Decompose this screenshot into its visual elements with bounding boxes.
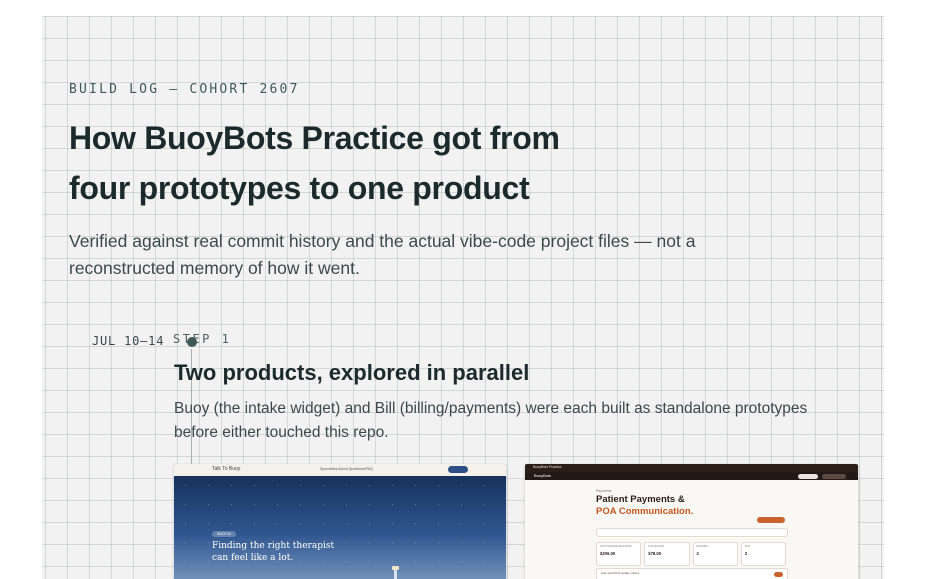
bill-stat-value: $206.00 [600,551,616,556]
bill-stat-card: POA 3 [740,542,786,566]
bill-stat-value: $78.00 [648,551,662,556]
title-line-2: four prototypes to one product [69,170,530,206]
lighthouse-lamp-image [392,566,399,570]
bill-setting-row: Auto-send POA update notices [596,568,788,579]
buoy-hero-tag: BUOY AI [212,531,236,537]
title-line-1: How BuoyBots Practice got from [69,120,560,156]
step-title: Two products, explored in parallel [174,360,530,385]
buoy-hero: BUOY AI Finding the right therapist can … [174,476,506,579]
step-label: STEP 1 [173,332,232,346]
bill-stat-value: 2 [696,551,699,556]
page-intro: Verified against real commit history and… [69,231,696,278]
build-log-page: BUILD LOG — COHORT 2607 How BuoyBots Pra… [42,16,884,579]
bill-stat-card: PENDING 2 [692,542,738,566]
buoy-cta-button [448,466,468,473]
buoy-nav-links: Specialties About Questions/FAQ [320,467,373,471]
bill-topbar-text: BuoyBots Practice [533,465,562,469]
bill-nav-pill-secondary [822,473,846,479]
bill-primary-button [757,517,785,523]
bill-topbar: BuoyBots Practice [525,464,858,472]
lighthouse-image [394,570,397,579]
bill-title-line-2: POA Communication. [596,505,694,517]
bill-logo: BuoyBots [534,473,552,478]
bill-stat-card: OUTSTANDING BALANCE $206.00 [596,542,642,566]
bill-title: Patient Payments & POA Communication. [596,494,693,517]
bill-stat-label: PENDING [696,545,709,548]
bill-stat-value: 3 [744,551,748,556]
bill-title-line-1: Patient Payments & [596,494,685,505]
buoy-logo: Talk To Buoy [212,466,241,472]
buoy-hero-headline: Finding the right therapist can feel lik… [212,541,335,563]
buoy-prototype-screenshot: Talk To Buoy Specialties About Questions… [174,464,506,579]
page-title: How BuoyBots Practice got from four prot… [69,113,689,213]
bill-setting-text: Auto-send POA update notices [601,571,640,575]
step-description: Buoy (the intake widget) and Bill (billi… [174,400,808,441]
bill-stat-label: COLLECTED [648,545,664,548]
timeline-dot [187,337,197,347]
bill-nav-pill [798,473,818,479]
bill-stat-cards: OUTSTANDING BALANCE $206.00 COLLECTED $7… [596,542,786,566]
bill-prototype-screenshot: BuoyBots Practice BuoyBots Payments Pati… [525,464,858,579]
bill-tabs [596,528,788,537]
buoy-navbar: Talk To Buoy Specialties About Questions… [174,464,506,476]
bill-stat-label: OUTSTANDING BALANCE [600,545,632,548]
bill-stat-label: POA [744,545,751,548]
bill-toggle-image [774,571,783,577]
bill-kicker: Payments [596,489,612,493]
bill-navbar: BuoyBots [525,472,858,480]
step-date: JUL 10–14 [92,334,165,348]
bill-stat-card: COLLECTED $78.00 [644,542,690,566]
eyebrow-label: BUILD LOG — COHORT 2607 [69,82,300,97]
